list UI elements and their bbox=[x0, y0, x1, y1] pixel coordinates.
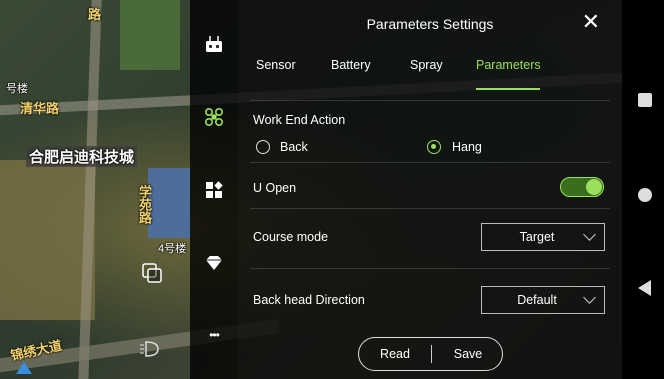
divider bbox=[250, 268, 610, 269]
back-icon[interactable] bbox=[638, 280, 651, 296]
course-mode-value: Target bbox=[519, 230, 555, 244]
map-field bbox=[120, 0, 180, 70]
light-icon bbox=[140, 341, 159, 357]
apps-icon[interactable] bbox=[204, 180, 224, 200]
drone-icon[interactable] bbox=[204, 107, 224, 127]
location-arrow-icon bbox=[16, 362, 32, 374]
map-label: 路 bbox=[88, 7, 102, 22]
tab-sensor[interactable]: Sensor bbox=[256, 58, 296, 72]
u-open-toggle[interactable] bbox=[560, 177, 604, 197]
read-save-group: Read Save bbox=[358, 337, 503, 371]
back-head-direction-label: Back head Direction bbox=[253, 293, 365, 307]
divider bbox=[250, 100, 610, 101]
map-label: 4号楼 bbox=[158, 243, 187, 255]
u-open-label: U Open bbox=[253, 181, 297, 195]
recent-apps-icon[interactable] bbox=[638, 93, 652, 107]
radio-hang[interactable] bbox=[427, 140, 441, 154]
active-tab-indicator bbox=[476, 88, 540, 90]
map-label: 号楼 bbox=[6, 83, 28, 95]
panel-title: Parameters Settings bbox=[366, 16, 494, 32]
layers-icon[interactable] bbox=[142, 263, 162, 283]
tab-parameters[interactable]: Parameters bbox=[476, 58, 541, 72]
more-icon[interactable]: ••• bbox=[204, 325, 224, 345]
remote-controller-icon[interactable] bbox=[204, 34, 224, 54]
back-head-direction-value: Default bbox=[517, 293, 557, 307]
radio-back-label[interactable]: Back bbox=[280, 140, 308, 154]
course-mode-select[interactable]: Target bbox=[481, 223, 605, 251]
home-icon[interactable] bbox=[638, 188, 652, 202]
map-label: 学苑路 bbox=[137, 185, 152, 224]
map-label: 合肥启迪科技城 bbox=[26, 146, 138, 167]
tab-battery[interactable]: Battery bbox=[331, 58, 371, 72]
tab-spray[interactable]: Spray bbox=[410, 58, 443, 72]
tab-bar: Sensor Battery Spray Parameters bbox=[238, 58, 622, 90]
radio-hang-label[interactable]: Hang bbox=[452, 140, 482, 154]
radio-back[interactable] bbox=[256, 140, 270, 154]
parameters-settings-panel: Parameters Settings ✕ Sensor Battery Spr… bbox=[238, 0, 622, 379]
save-button[interactable]: Save bbox=[432, 338, 504, 370]
read-button[interactable]: Read bbox=[359, 338, 431, 370]
course-mode-label: Course mode bbox=[253, 230, 329, 244]
work-end-action-label: Work End Action bbox=[253, 113, 346, 127]
system-nav-bar bbox=[622, 0, 664, 379]
map-building bbox=[148, 168, 190, 238]
gem-icon[interactable] bbox=[204, 253, 224, 273]
divider bbox=[250, 162, 610, 163]
close-icon[interactable]: ✕ bbox=[582, 11, 600, 33]
map-label: 清华路 bbox=[20, 101, 60, 116]
back-head-direction-select[interactable]: Default bbox=[481, 286, 605, 314]
divider bbox=[250, 208, 610, 209]
toggle-knob bbox=[586, 179, 602, 195]
sidebar: ••• bbox=[190, 0, 238, 379]
